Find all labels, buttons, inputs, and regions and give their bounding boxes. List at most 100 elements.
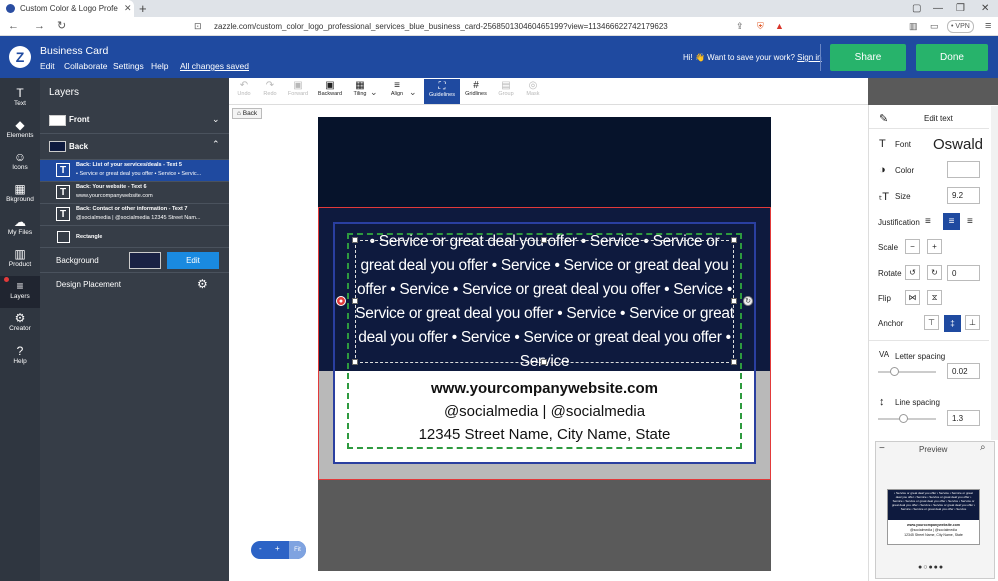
forward-button[interactable]: ▣ Forward: [283, 80, 313, 97]
rail-text[interactable]: T Text: [0, 83, 40, 115]
close-window-icon[interactable]: ✕: [981, 0, 989, 17]
social-text[interactable]: @socialmedia | @socialmedia: [335, 403, 754, 420]
magnify-icon[interactable]: ⌕: [980, 442, 986, 453]
menu-edit[interactable]: Edit: [40, 61, 55, 71]
preview-card[interactable]: • Service or great deal you offer • Serv…: [887, 489, 980, 545]
done-button[interactable]: Done: [916, 44, 988, 71]
line-spacing-thumb[interactable]: [899, 414, 908, 423]
rotate-right-icon[interactable]: ↻: [927, 265, 942, 280]
share-button[interactable]: Share: [830, 44, 906, 71]
group-button[interactable]: ▤ Group: [491, 80, 521, 97]
new-tab-icon[interactable]: +: [139, 0, 147, 17]
rewards-icon[interactable]: ▲: [775, 17, 784, 36]
letter-spacing-input[interactable]: 0.02: [947, 363, 980, 379]
chevron-down-icon[interactable]: ⌄: [212, 114, 220, 125]
collapse-preview-icon[interactable]: −: [879, 443, 885, 454]
rail-my-files[interactable]: ☁ My Files: [0, 212, 40, 244]
scale-down-button[interactable]: −: [905, 239, 920, 254]
design-placement-row[interactable]: Design Placement ⚙: [40, 273, 229, 297]
reload-icon[interactable]: ↻: [57, 17, 66, 36]
resize-handle[interactable]: [352, 298, 358, 304]
panel-scrollbar[interactable]: [991, 106, 998, 440]
chevron-up-icon[interactable]: ⌃: [212, 139, 220, 150]
flip-vertical-icon[interactable]: ⧖: [927, 290, 942, 305]
resize-handle[interactable]: [352, 237, 358, 243]
vpn-badge[interactable]: • VPN: [947, 20, 974, 33]
anchor-middle-icon[interactable]: ‡: [944, 315, 961, 332]
background-color-swatch[interactable]: [129, 252, 161, 269]
rail-help[interactable]: ? Help: [0, 341, 40, 373]
resize-handle[interactable]: [352, 359, 358, 365]
zoom-out-button[interactable]: -: [259, 544, 262, 553]
letter-spacing-thumb[interactable]: [890, 367, 899, 376]
back-side-button[interactable]: ⌂ Back: [232, 108, 263, 119]
back-nav-icon[interactable]: ←: [8, 17, 19, 36]
guidelines-button[interactable]: ⛶ Guidelines: [424, 79, 460, 104]
resize-handle[interactable]: [541, 237, 547, 243]
preview-pagination-dots[interactable]: ●○●●●: [918, 564, 944, 571]
menu-settings[interactable]: Settings: [113, 61, 144, 71]
rotate-left-icon[interactable]: ↺: [905, 265, 920, 280]
font-picker[interactable]: Oswald: [933, 136, 983, 153]
bookmark-icon[interactable]: ⊡: [194, 17, 202, 36]
align-left-icon[interactable]: ≡: [925, 216, 931, 227]
layer-front[interactable]: Front ⌄: [40, 107, 229, 134]
wallet-icon[interactable]: ▭: [930, 17, 939, 36]
chevron-down-icon[interactable]: ⌄: [370, 87, 378, 98]
save-status[interactable]: All changes saved: [180, 61, 249, 71]
color-swatch[interactable]: [947, 161, 980, 178]
rail-bkground[interactable]: ▦ Bkground: [0, 179, 40, 211]
delete-handle-icon[interactable]: ●: [336, 296, 346, 306]
gridlines-button[interactable]: # Gridlines: [461, 80, 491, 97]
align-right-icon[interactable]: ≡: [967, 216, 973, 227]
forward-nav-icon[interactable]: →: [34, 17, 45, 36]
menu-icon[interactable]: ≡: [985, 17, 991, 36]
resize-handle[interactable]: [731, 298, 737, 304]
redo-button[interactable]: ↷ Redo: [255, 80, 285, 97]
align-button[interactable]: ≡ Align: [382, 80, 412, 97]
sidebar-icon[interactable]: ▥: [909, 17, 918, 36]
menu-help[interactable]: Help: [151, 61, 168, 71]
gear-icon[interactable]: ⚙: [197, 277, 208, 291]
rail-icons[interactable]: ☺ Icons: [0, 147, 40, 179]
zazzle-logo-icon[interactable]: Z: [9, 46, 31, 68]
letter-spacing-slider[interactable]: [878, 371, 936, 373]
anchor-top-icon[interactable]: ⊤: [924, 315, 939, 330]
resize-handle[interactable]: [541, 359, 547, 365]
vertical-tabs-icon[interactable]: ▢: [912, 0, 921, 17]
layer-item-services[interactable]: T Back: List of your services/deals - Te…: [40, 160, 229, 182]
layer-back[interactable]: Back ⌃: [40, 134, 229, 160]
layer-item-contact[interactable]: T Back: Contact or other information - T…: [40, 204, 229, 226]
resize-handle[interactable]: [731, 237, 737, 243]
align-center-icon[interactable]: ≡: [943, 213, 960, 230]
rail-elements[interactable]: ◆ Elements: [0, 115, 40, 147]
layer-item-website[interactable]: T Back: Your website - Text 6 www.yourco…: [40, 182, 229, 204]
anchor-bottom-icon[interactable]: ⊥: [965, 315, 980, 330]
rail-product[interactable]: ▥ Product: [0, 244, 40, 276]
share-page-icon[interactable]: ⇪: [736, 17, 744, 36]
zoom-in-button[interactable]: +: [275, 544, 280, 553]
chevron-down-icon[interactable]: ⌄: [409, 87, 417, 98]
url-text[interactable]: zazzle.com/custom_color_logo_professiona…: [214, 17, 668, 36]
browser-tab[interactable]: Custom Color & Logo Professio... ✕: [0, 0, 134, 17]
mask-button[interactable]: ◎ Mask: [518, 80, 548, 97]
website-text[interactable]: www.yourcompanywebsite.com: [335, 380, 754, 397]
minimize-icon[interactable]: —: [933, 0, 943, 17]
maximize-icon[interactable]: ❐: [956, 0, 965, 17]
close-tab-icon[interactable]: ✕: [124, 3, 132, 14]
resize-handle[interactable]: [731, 359, 737, 365]
layer-item-rectangle[interactable]: Rectangle: [40, 226, 229, 248]
size-input[interactable]: 9.2: [947, 187, 980, 204]
backward-button[interactable]: ▣ Backward: [315, 80, 345, 97]
scale-up-button[interactable]: +: [927, 239, 942, 254]
rotate-handle-icon[interactable]: ↻: [743, 296, 753, 306]
line-spacing-input[interactable]: 1.3: [947, 410, 980, 426]
menu-collaborate[interactable]: Collaborate: [64, 61, 107, 71]
edit-background-button[interactable]: Edit: [167, 252, 219, 269]
flip-horizontal-icon[interactable]: ⋈: [905, 290, 920, 305]
brave-shield-icon[interactable]: ⛨: [757, 17, 764, 36]
rotate-input[interactable]: 0: [947, 265, 980, 281]
rail-creator[interactable]: ⚙ Creator: [0, 308, 40, 340]
address-text[interactable]: 12345 Street Name, City Name, State: [335, 426, 754, 443]
sign-in-link[interactable]: Sign in: [797, 53, 821, 62]
